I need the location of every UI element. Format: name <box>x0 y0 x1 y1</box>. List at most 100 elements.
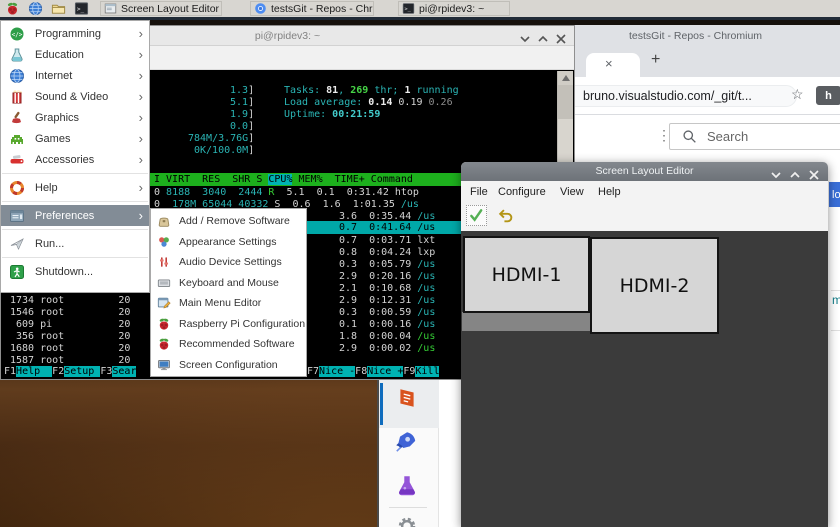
terminal-line: Tasks: 81, 269 thr; 1 running <box>284 85 459 96</box>
menu-item-sound-video[interactable]: Sound & Video › <box>1 86 149 107</box>
menu-item-keyboard-and-mouse[interactable]: Keyboard and Mouse <box>151 273 306 294</box>
taskbar: >_ Screen Layout Editor testsGit - Repos … <box>0 0 840 20</box>
terminal-line: Uptime: 00:21:59 <box>284 109 381 120</box>
terminal-line: Load average: 0.14 0.19 0.26 <box>284 97 453 108</box>
clone-button-fragment[interactable]: lo <box>829 182 840 207</box>
menu-item-add-remove-software[interactable]: Add / Remove Software <box>151 211 306 232</box>
menu-item-games[interactable]: Games › <box>1 128 149 149</box>
terminal-line: 0 8188 3040 2444 R 5.1 0.1 0:31.42 htop <box>154 187 419 198</box>
menu-item-screen-configuration[interactable]: Screen Configuration <box>151 355 306 376</box>
net-icon <box>28 1 43 16</box>
sle-menu-view[interactable]: View <box>560 186 584 198</box>
menu-item-label: Internet <box>35 69 73 82</box>
desktop: testsGit - Repos - Chromium × + bruno.vi… <box>0 0 840 527</box>
menu-item-run[interactable]: Run... <box>1 233 149 254</box>
shutdown-icon <box>9 264 25 280</box>
menu-item-accessories[interactable]: Accessories › <box>1 149 149 170</box>
menuedit-icon <box>157 296 171 310</box>
apply-button[interactable] <box>466 205 487 226</box>
terminal-line: 0.3 0:05.79 /us <box>339 259 436 270</box>
menu-item-internet[interactable]: Internet › <box>1 65 149 86</box>
menu-item-recommended-software[interactable]: Recommended Software <box>151 334 306 355</box>
framebuffer-region <box>462 312 590 331</box>
taskbar-task-screen-layout-editor[interactable]: Screen Layout Editor <box>100 1 222 16</box>
file-manager-launcher[interactable] <box>50 1 66 17</box>
menu-item-label: Keyboard and Mouse <box>179 276 279 289</box>
chromium-icon <box>254 2 267 15</box>
menu-item-graphics[interactable]: Graphics › <box>1 107 149 128</box>
applications-menu: </> Programming › Education › Internet › Sound … <box>0 20 150 293</box>
acc-icon <box>9 152 25 168</box>
sle-menubar: File Configure View Help <box>461 181 828 204</box>
sle-menu-configure[interactable]: Configure <box>498 186 546 198</box>
menu-item-programming[interactable]: </> Programming › <box>1 23 149 44</box>
menu-item-preferences[interactable]: Preferences › <box>1 205 149 226</box>
rpi-icon <box>5 1 20 16</box>
terminal-line: 784M/3.76G] <box>188 133 255 144</box>
kbd-icon <box>157 276 171 290</box>
menu-separator <box>2 257 148 258</box>
scrollbar-thumb[interactable] <box>558 85 573 119</box>
page-link-fragment[interactable]: m <box>832 293 840 307</box>
minimize-icon[interactable] <box>771 167 781 179</box>
sle-menu-file[interactable]: File <box>470 186 488 198</box>
menu-item-label: Raspberry Pi Configuration <box>179 317 306 330</box>
monitor-hdmi-1[interactable]: HDMI-1 <box>463 236 590 313</box>
menu-item-label: Sound & Video <box>35 90 109 103</box>
test-plans-icon[interactable] <box>394 473 420 499</box>
submenu-arrow-icon: › <box>138 208 143 223</box>
prefs-icon <box>9 208 25 224</box>
menu-item-help[interactable]: Help › <box>1 177 149 198</box>
menu-item-label: Shutdown... <box>35 265 94 278</box>
sle-menu-help[interactable]: Help <box>598 186 621 198</box>
tab-close-icon[interactable]: × <box>605 56 613 71</box>
menu-item-appearance-settings[interactable]: Appearance Settings <box>151 232 306 253</box>
terminal-line: 0.7 0:41.64 /us <box>339 222 436 233</box>
terminal-icon: >_ <box>402 2 415 15</box>
profile-avatar-badge[interactable]: h <box>816 86 840 105</box>
submenu-arrow-icon: › <box>138 47 143 62</box>
terminal-launcher[interactable]: >_ <box>73 1 89 17</box>
sidebar-divider <box>389 507 427 508</box>
undo-button[interactable] <box>497 208 514 225</box>
terminal-line: 0.7 0:03.71 lxt <box>339 235 436 246</box>
taskbar-task-testsgit-repos-chro[interactable]: testsGit - Repos - Chro... <box>250 1 374 16</box>
close-icon[interactable] <box>556 31 566 44</box>
repos-icon[interactable] <box>396 387 418 409</box>
monitor-hdmi-2[interactable]: HDMI-2 <box>590 237 719 334</box>
menu-item-education[interactable]: Education › <box>1 44 149 65</box>
pipelines-icon[interactable] <box>393 429 419 455</box>
web-browser-launcher[interactable] <box>27 1 43 17</box>
menu-item-shutdown[interactable]: Shutdown... <box>1 261 149 282</box>
close-icon[interactable] <box>809 167 819 180</box>
bookmark-star-icon[interactable]: ☆ <box>791 87 804 101</box>
layout-canvas[interactable]: HDMI-1 HDMI-2 <box>461 231 828 527</box>
settings-gear-icon[interactable] <box>396 515 418 527</box>
menu-separator <box>2 173 148 174</box>
check-icon <box>470 209 483 222</box>
scroll-up-icon[interactable] <box>558 71 573 85</box>
menu-item-main-menu-editor[interactable]: Main Menu Editor <box>151 293 306 314</box>
search-input[interactable]: Search <box>669 123 840 150</box>
chromium-active-tab[interactable]: × <box>586 53 640 77</box>
menu-item-label: Screen Configuration <box>179 358 278 371</box>
menu-item-raspberry-pi-configuration[interactable]: Raspberry Pi Configuration <box>151 314 306 335</box>
terminal-line: 1.3] <box>230 85 255 96</box>
new-tab-button[interactable]: + <box>651 51 660 69</box>
menu-item-audio-device-settings[interactable]: Audio Device Settings <box>151 252 306 273</box>
minimize-icon[interactable] <box>520 31 530 43</box>
applications-menu-launcher[interactable] <box>4 1 20 17</box>
screen-layout-editor-window[interactable]: Screen Layout Editor File Configure View He… <box>461 162 828 527</box>
sle-titlebar[interactable]: Screen Layout Editor <box>461 162 828 181</box>
maximize-icon[interactable] <box>790 167 800 178</box>
monitor-label: HDMI-1 <box>491 263 562 286</box>
monitor-icon <box>157 358 171 372</box>
taskbar-task-pi-rpidev3[interactable]: >_ pi@rpidev3: ~ <box>398 1 510 16</box>
page-divider <box>831 330 840 331</box>
terminal-line: 1546 root 20 <box>10 307 131 318</box>
terminal-line: 0K/100.0M] <box>194 145 255 156</box>
terminal-line: F1Help F2Setup F3Sear <box>4 366 137 377</box>
menu-item-label: Education <box>35 48 84 61</box>
page-divider <box>831 290 840 291</box>
maximize-icon[interactable] <box>538 31 548 42</box>
